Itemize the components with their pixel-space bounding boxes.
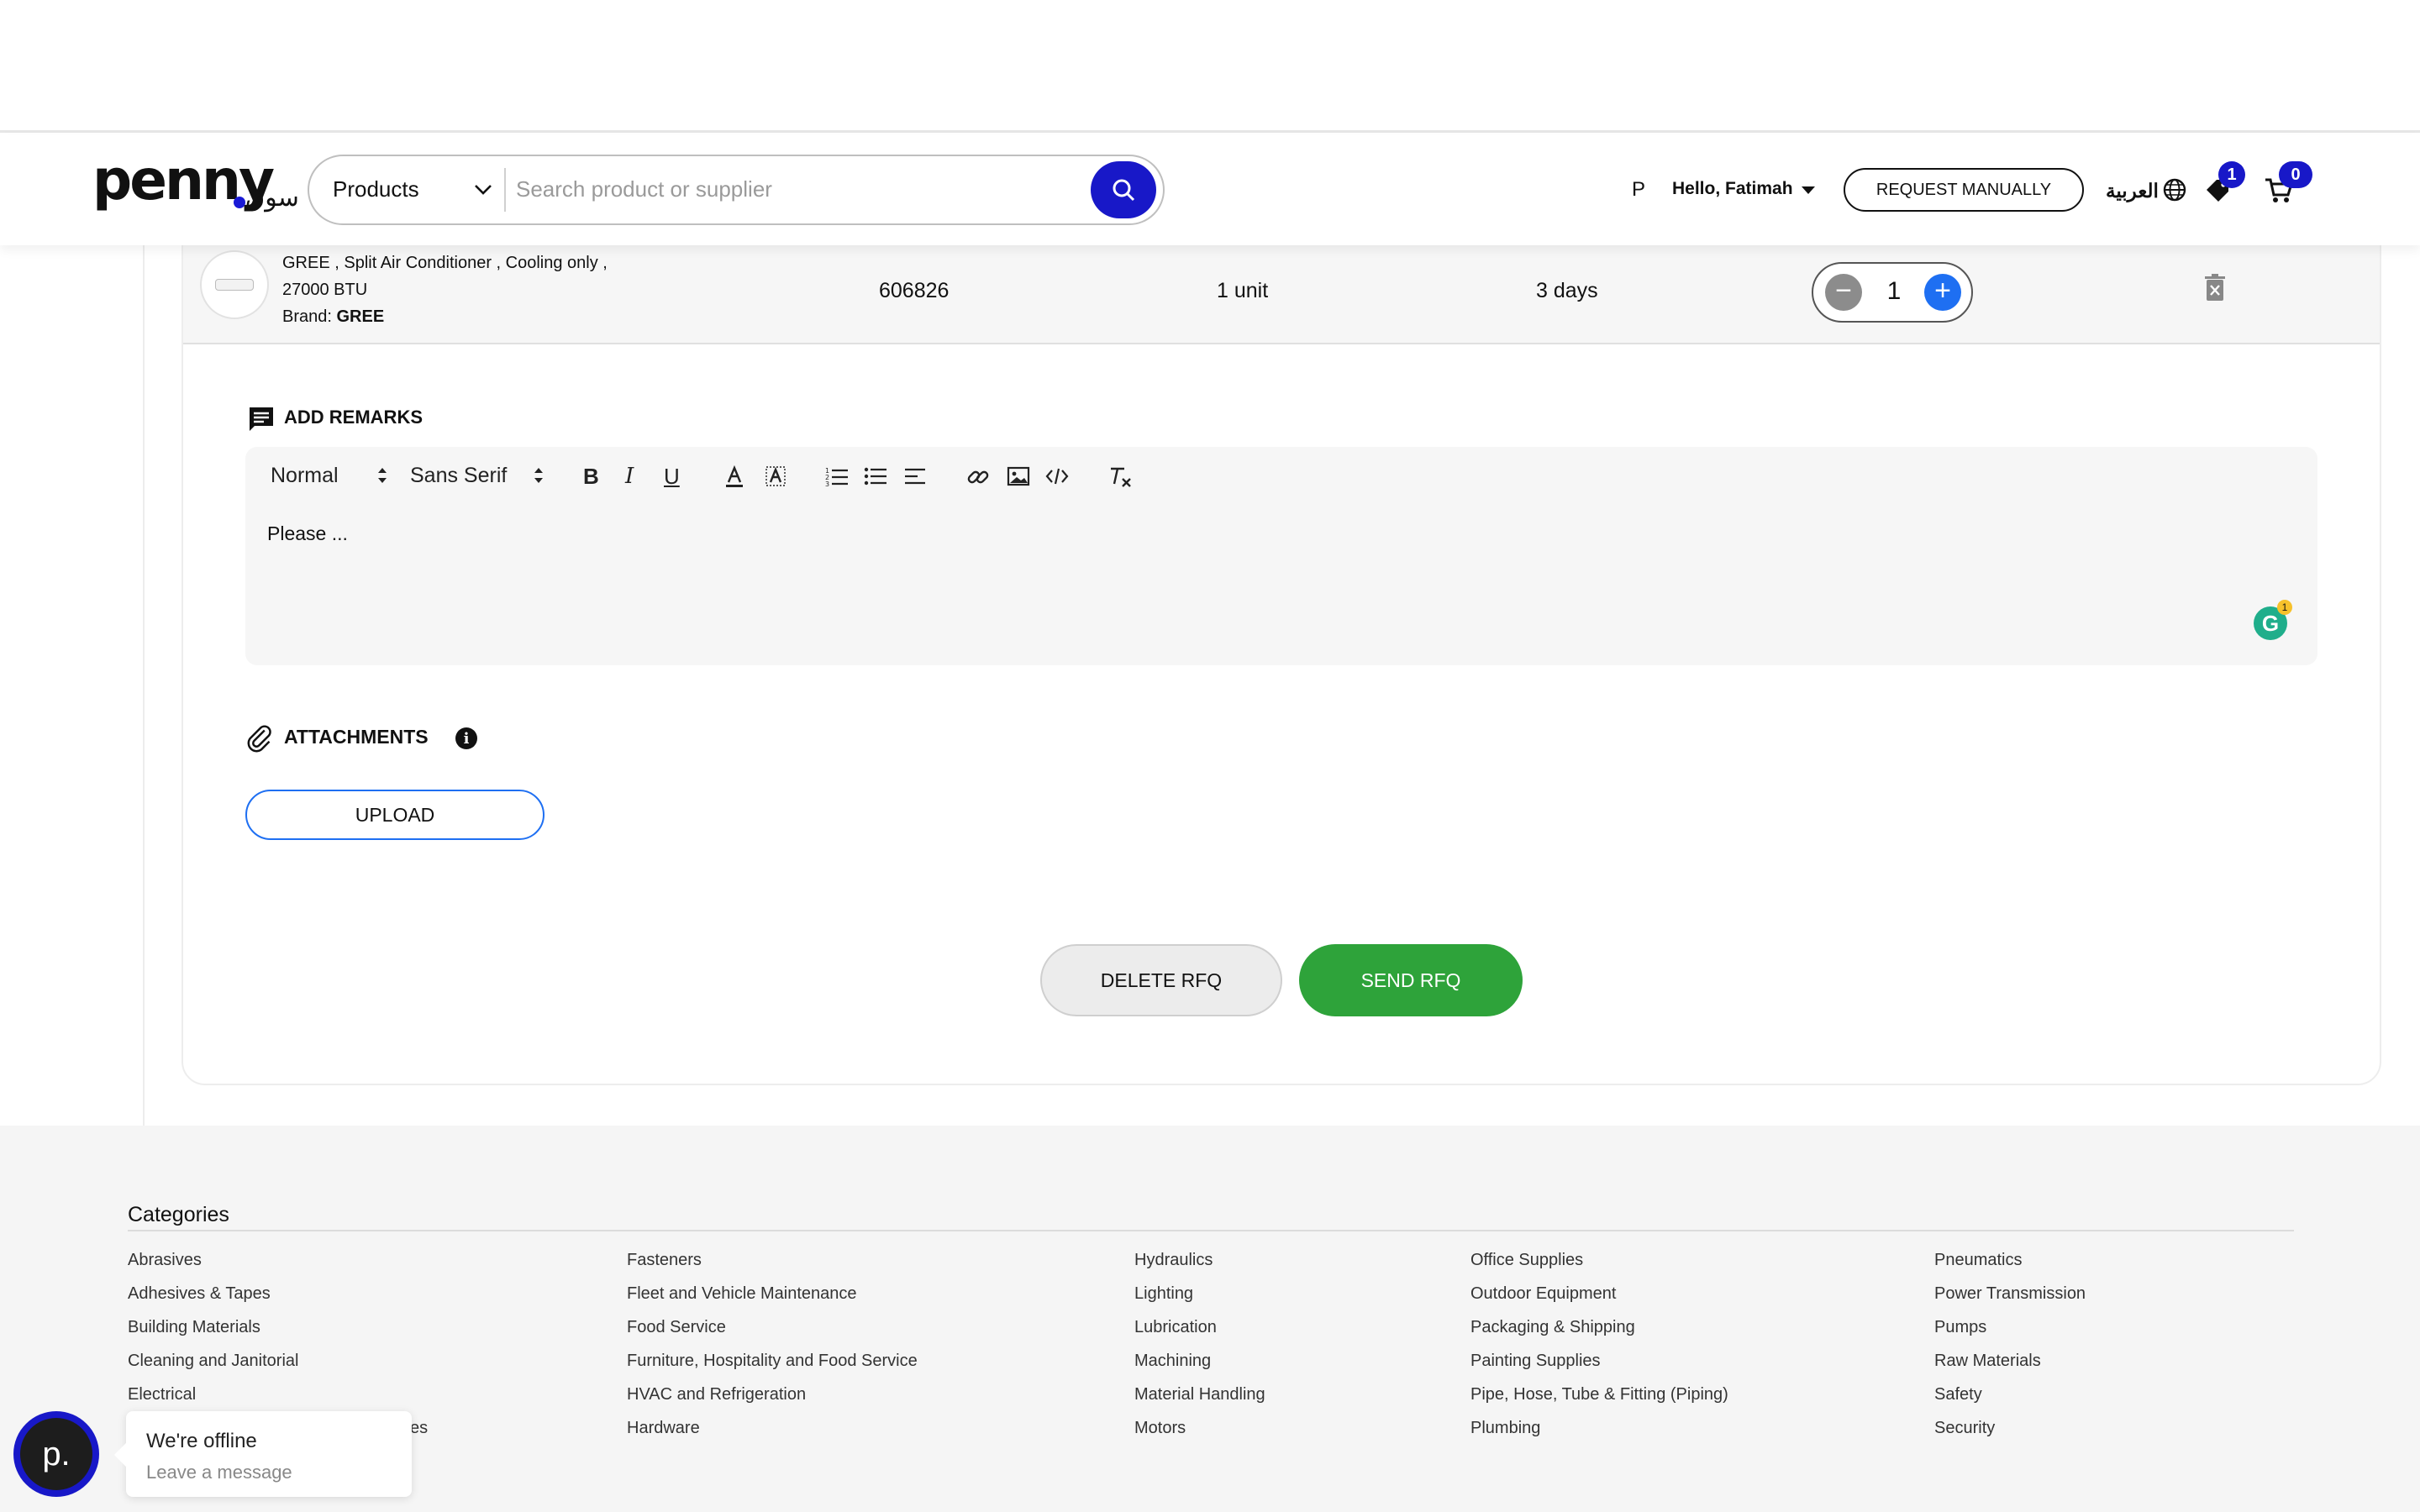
product-brand: Brand: GREE [282,307,384,327]
text-color-icon[interactable] [724,465,744,489]
remarks-heading: ADD REMARKS [284,407,423,428]
footer-link[interactable]: Security [1934,1418,2086,1452]
top-strip [0,0,2420,133]
ordered-list-icon[interactable]: 123 [825,465,849,487]
caret-down-icon[interactable] [1802,186,1815,194]
background-color-icon[interactable] [765,465,786,489]
italic-button[interactable]: I [625,464,634,489]
footer-link[interactable]: Material Handling [1134,1384,1265,1418]
air-conditioner-icon [215,279,254,291]
decrease-quantity-button[interactable]: − [1825,274,1862,311]
comment-icon [250,407,273,431]
footer-divider [128,1230,2294,1231]
footer-link[interactable]: Fasteners [627,1250,918,1284]
footer-categories-title: Categories [128,1203,229,1226]
footer-link[interactable]: Power Transmission [1934,1284,2086,1317]
updown-icon[interactable] [376,465,388,486]
image-icon[interactable] [1007,465,1030,487]
footer-link[interactable]: Raw Materials [1934,1351,2086,1384]
footer-link[interactable]: Outdoor Equipment [1470,1284,1728,1317]
bold-button[interactable]: B [583,464,599,490]
search-icon [1113,179,1135,202]
info-icon[interactable]: i [455,727,477,749]
product-code: 606826 [879,279,950,302]
cart-badge: 0 [2279,161,2312,188]
footer-link[interactable]: Food Service [627,1317,918,1351]
attachments-heading: ATTACHMENTS [284,726,429,748]
globe-icon[interactable] [2161,176,2188,203]
brand-label: Brand: [282,307,332,326]
logo-dot-icon [234,197,245,208]
product-name-line2[interactable]: 27000 BTU [282,281,367,300]
font-family-select[interactable]: Sans Serif [410,464,507,488]
user-greeting[interactable]: Hello, Fatimah [1672,179,1793,199]
footer-link[interactable]: Lighting [1134,1284,1265,1317]
remarks-textarea[interactable]: Please ... [267,522,348,545]
search-input[interactable]: Search product or supplier [516,176,772,202]
footer-link[interactable]: Machining [1134,1351,1265,1384]
bullet-list-icon[interactable] [864,465,887,487]
footer-link[interactable]: Building Materials [128,1317,428,1351]
chat-leave-message[interactable]: Leave a message [146,1462,292,1483]
increase-quantity-button[interactable]: + [1924,274,1961,311]
footer-link[interactable]: Abrasives [128,1250,428,1284]
send-rfq-button[interactable]: SEND RFQ [1299,944,1523,1016]
footer-link[interactable]: Lubrication [1134,1317,1265,1351]
footer-link[interactable]: Safety [1934,1384,2086,1418]
request-manually-button[interactable]: REQUEST MANUALLY [1844,168,2084,212]
footer-link[interactable]: Fleet and Vehicle Maintenance [627,1284,918,1317]
footer-link[interactable]: HVAC and Refrigeration [627,1384,918,1418]
chat-bubble[interactable] [126,1411,412,1497]
remarks-editor [245,447,2317,665]
delete-rfq-button[interactable]: DELETE RFQ [1040,944,1282,1016]
logo-arabic: سوق [245,184,299,212]
link-icon[interactable] [966,465,990,489]
clear-format-icon[interactable] [1107,465,1133,489]
category-select[interactable]: Products [333,176,419,202]
footer-link[interactable]: Office Supplies [1470,1250,1728,1284]
product-unit: 1 unit [1217,279,1269,302]
align-icon[interactable] [904,465,926,487]
footer-column: Pneumatics Power Transmission Pumps Raw … [1934,1250,2086,1452]
text-size-select[interactable]: Normal [271,464,339,488]
quantity-value[interactable]: 1 [1886,277,1902,306]
chat-status: We're offline [146,1430,257,1452]
wishlist-badge: 1 [2218,161,2245,188]
brand-value: GREE [336,307,385,326]
svg-text:3: 3 [825,480,829,487]
footer-link[interactable]: Cleaning and Janitorial [128,1351,428,1384]
left-panel [0,245,145,1127]
footer-link[interactable]: Painting Supplies [1470,1351,1728,1384]
search-button[interactable] [1091,161,1156,218]
code-icon[interactable] [1045,467,1069,486]
footer-column: Office Supplies Outdoor Equipment Packag… [1470,1250,1728,1452]
footer-link[interactable]: Adhesives & Tapes [128,1284,428,1317]
underline-button[interactable]: U [664,464,680,490]
footer-link[interactable]: Plumbing [1470,1418,1728,1452]
paperclip-icon [247,725,271,753]
lead-time: 3 days [1536,279,1598,302]
footer-link[interactable]: Motors [1134,1418,1265,1452]
trash-icon[interactable] [2203,274,2227,302]
footer-link[interactable]: Hardware [627,1418,918,1452]
search-divider [504,168,506,212]
chevron-down-icon[interactable] [472,178,494,200]
footer-column: Fasteners Fleet and Vehicle Maintenance … [627,1250,918,1452]
upload-button[interactable]: UPLOAD [245,790,544,840]
chat-avatar-icon[interactable]: p. [20,1418,92,1490]
footer-link[interactable]: Furniture, Hospitality and Food Service [627,1351,918,1384]
updown-icon[interactable] [533,465,544,486]
footer-link[interactable]: Pneumatics [1934,1250,2086,1284]
product-name-line1[interactable]: GREE , Split Air Conditioner , Cooling o… [282,254,608,273]
footer-link[interactable]: Hydraulics [1134,1250,1265,1284]
footer-column: Hydraulics Lighting Lubrication Machinin… [1134,1250,1265,1452]
footer-link[interactable]: Pipe, Hose, Tube & Fitting (Piping) [1470,1384,1728,1418]
grammarly-badge: 1 [2277,600,2292,615]
user-initial: P [1632,178,1646,201]
footer-link[interactable]: Packaging & Shipping [1470,1317,1728,1351]
language-switch[interactable]: العربية [2106,180,2159,202]
footer-link[interactable]: Pumps [1934,1317,2086,1351]
